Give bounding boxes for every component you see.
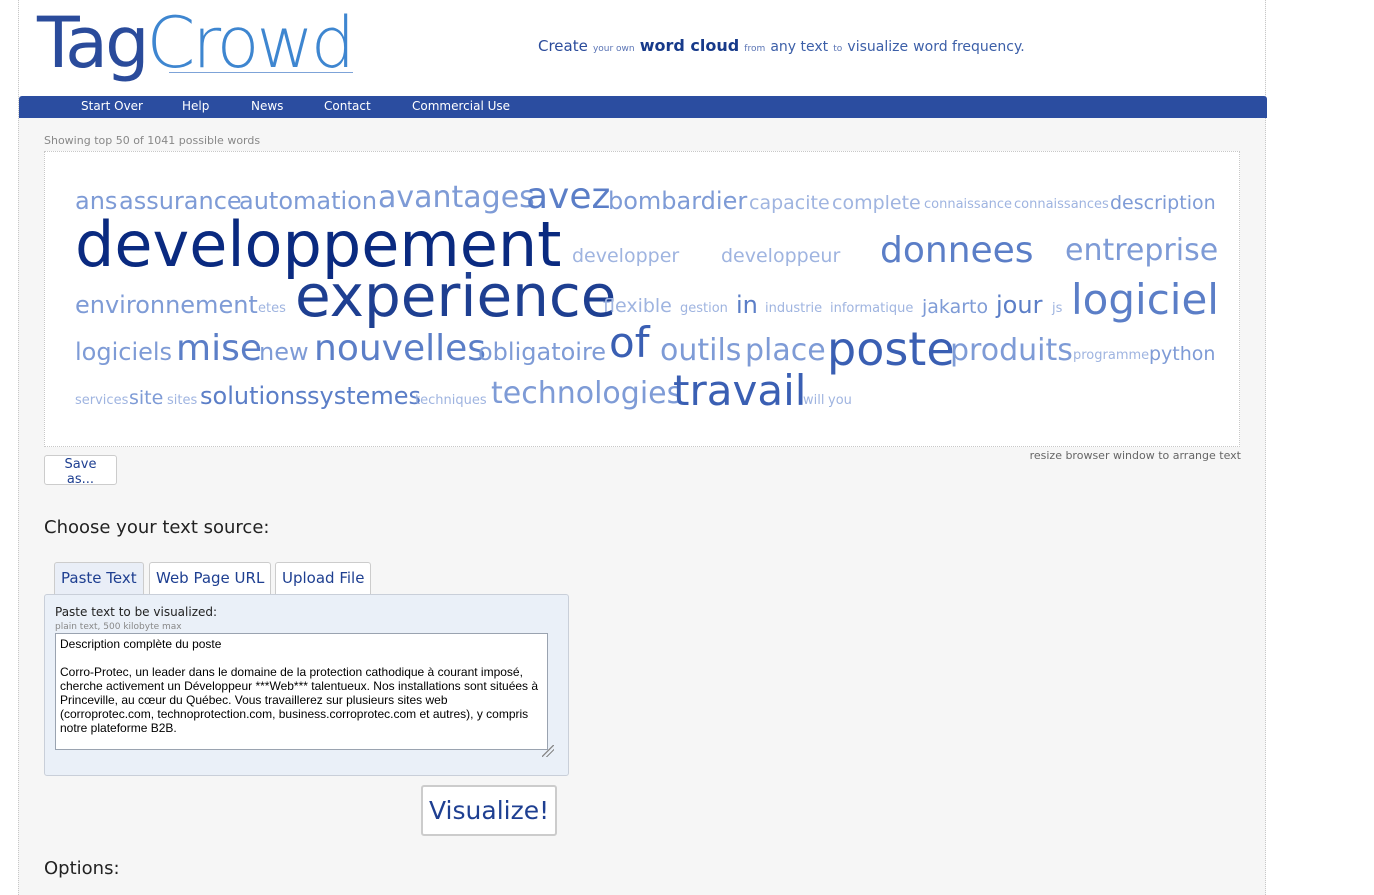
tagline-segment: to: [833, 44, 843, 54]
cloud-word[interactable]: jakarto: [922, 298, 988, 317]
tagcrowd-logo[interactable]: TagCrowd: [37, 0, 357, 90]
cloud-word[interactable]: sites: [167, 394, 197, 407]
text-source-title: Choose your text source:: [44, 517, 270, 538]
cloud-word[interactable]: connaissances: [1014, 198, 1109, 211]
word-cloud: ans assurance automation avantages avez bomba…: [44, 151, 1240, 447]
cloud-word[interactable]: site: [129, 389, 163, 408]
tagline-segment: Create: [538, 37, 588, 55]
cloud-word[interactable]: techniques: [415, 394, 487, 407]
tab-paste-text[interactable]: Paste Text: [54, 562, 144, 594]
cloud-word[interactable]: mise: [176, 331, 262, 367]
cloud-word[interactable]: new: [259, 340, 309, 364]
cloud-word[interactable]: description: [1110, 194, 1216, 213]
paste-textarea[interactable]: Description complète du poste Corro-Prot…: [55, 633, 548, 750]
cloud-word[interactable]: place: [745, 336, 826, 366]
cloud-word[interactable]: programme: [1073, 349, 1149, 362]
showing-count: Showing top 50 of 1041 possible words: [44, 134, 261, 147]
tagline-segment: any text: [770, 39, 829, 55]
cloud-word[interactable]: donnees: [880, 233, 1034, 269]
cloud-word[interactable]: of: [609, 322, 649, 364]
cloud-word[interactable]: complete: [832, 194, 921, 213]
cloud-word[interactable]: outils: [660, 336, 741, 366]
cloud-word[interactable]: produits: [950, 336, 1073, 366]
cloud-word[interactable]: logiciels: [75, 340, 172, 364]
cloud-word[interactable]: informatique: [830, 302, 913, 315]
cloud-word[interactable]: systemes: [307, 384, 421, 408]
cloud-word[interactable]: capacite: [749, 194, 830, 213]
tagline-segment: from: [744, 44, 766, 54]
cloud-word[interactable]: entreprise: [1065, 236, 1218, 266]
tagline: Create your own word cloud from any text…: [538, 36, 1025, 55]
cloud-word[interactable]: js: [1052, 302, 1062, 315]
cloud-word[interactable]: will: [803, 394, 824, 407]
header: TagCrowd Create your own word cloud from…: [19, 0, 1265, 96]
logo-underline: [169, 72, 353, 73]
cloud-word[interactable]: experience: [295, 267, 616, 325]
tagline-segment: your own: [592, 44, 635, 54]
tab-upload-file[interactable]: Upload File: [275, 562, 372, 594]
cloud-word[interactable]: flexible: [603, 297, 672, 316]
cloud-word[interactable]: services: [75, 394, 128, 407]
cloud-word[interactable]: jour: [996, 293, 1042, 317]
tab-web-page-url[interactable]: Web Page URL: [149, 562, 272, 594]
nav-start-over[interactable]: Start Over: [81, 99, 143, 113]
cloud-word[interactable]: solutions: [200, 384, 308, 408]
cloud-word[interactable]: nouvelles: [314, 331, 486, 367]
visualize-button[interactable]: Visualize!: [421, 785, 557, 836]
cloud-word[interactable]: python: [1149, 345, 1215, 364]
cloud-word[interactable]: etes: [258, 302, 286, 315]
page-container: TagCrowd Create your own word cloud from…: [18, 0, 1267, 895]
paste-label: Paste text to be visualized:: [55, 605, 218, 619]
cloud-word[interactable]: poste: [827, 326, 955, 372]
paste-sublabel: plain text, 500 kilobyte max: [55, 622, 182, 632]
options-title: Options:: [44, 858, 120, 879]
textarea-resize-grip-icon[interactable]: [542, 745, 554, 757]
tagline-segment: visualize: [847, 39, 909, 55]
cloud-word[interactable]: industrie: [765, 302, 822, 315]
cloud-word[interactable]: logiciel: [1071, 279, 1219, 321]
cloud-word[interactable]: developpeur: [721, 247, 840, 266]
cloud-word[interactable]: you: [828, 394, 852, 407]
nav-bar: Start Over Help News Contact Commercial …: [19, 96, 1267, 118]
cloud-word[interactable]: obligatoire: [478, 340, 606, 364]
cloud-word[interactable]: travail: [673, 370, 806, 412]
paste-text-panel: Paste text to be visualized: plain text,…: [44, 594, 569, 776]
cloud-word[interactable]: in: [736, 293, 758, 317]
cloud-word[interactable]: gestion: [680, 302, 728, 315]
tagline-segment: word frequency.: [913, 39, 1025, 55]
cloud-word[interactable]: environnement: [75, 293, 258, 317]
cloud-word[interactable]: technologies: [491, 379, 682, 409]
cloud-word[interactable]: bombardier: [608, 189, 747, 213]
cloud-word[interactable]: connaissance: [924, 198, 1012, 211]
nav-news[interactable]: News: [251, 99, 283, 113]
nav-contact[interactable]: Contact: [324, 99, 371, 113]
resize-note: resize browser window to arrange text: [1029, 449, 1241, 462]
tagline-segment: word cloud: [639, 36, 740, 55]
save-as-button[interactable]: Save as...: [44, 455, 117, 487]
nav-help[interactable]: Help: [182, 99, 209, 113]
nav-commercial-use[interactable]: Commercial Use: [412, 99, 510, 113]
